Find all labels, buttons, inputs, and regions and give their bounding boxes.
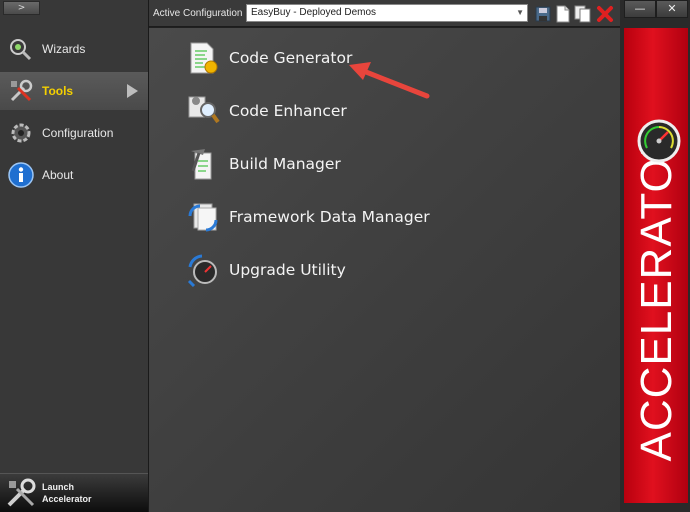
code-generator-icon xyxy=(185,40,221,76)
brand-panel: ACCELERATOR xyxy=(624,28,688,503)
sidebar-item-label: About xyxy=(42,168,74,182)
active-configuration-label: Active Configuration xyxy=(153,8,243,19)
config-toolbar: Active Configuration EasyBuy - Deployed … xyxy=(149,0,620,27)
delete-icon[interactable] xyxy=(595,4,614,23)
active-configuration-value: EasyBuy - Deployed Demos xyxy=(251,7,377,18)
gear-icon xyxy=(8,120,34,146)
active-configuration-select[interactable]: EasyBuy - Deployed Demos ▼ xyxy=(246,4,528,22)
launch-accelerator-button[interactable]: Launch Accelerator xyxy=(0,473,148,512)
framework-data-icon xyxy=(185,199,221,235)
annotation-arrow-icon xyxy=(349,62,430,99)
tool-upgrade-utility[interactable]: Upgrade Utility xyxy=(185,250,346,290)
active-indicator-arrow-icon xyxy=(127,84,138,98)
tool-label: Upgrade Utility xyxy=(229,261,346,279)
tool-build-manager[interactable]: Build Manager xyxy=(185,144,341,184)
sidebar-item-configuration[interactable]: Configuration xyxy=(0,114,148,152)
minimize-button[interactable]: — xyxy=(624,0,656,18)
launch-tools-icon xyxy=(4,476,38,510)
sidebar-item-wizards[interactable]: Wizards xyxy=(0,30,148,68)
save-icon[interactable] xyxy=(533,4,552,23)
upgrade-utility-icon xyxy=(185,252,221,288)
launch-accelerator-label: Launch Accelerator xyxy=(42,482,92,504)
sidebar: > Wizards Tools Configuration About Laun… xyxy=(0,0,149,512)
tool-code-generator[interactable]: Code Generator xyxy=(185,38,352,78)
tool-label: Framework Data Manager xyxy=(229,208,430,226)
new-document-icon[interactable] xyxy=(553,4,572,23)
sidebar-item-label: Tools xyxy=(42,84,74,98)
sidebar-item-label: Configuration xyxy=(42,126,114,140)
wizard-icon xyxy=(8,36,34,62)
brand-text: ACCELERATOR xyxy=(632,124,681,462)
tool-code-enhancer[interactable]: Code Enhancer xyxy=(185,91,347,131)
tool-label: Code Generator xyxy=(229,49,353,67)
tool-framework-data-manager[interactable]: Framework Data Manager xyxy=(185,197,430,237)
code-enhancer-icon xyxy=(185,93,221,129)
accelerator-banner: — ✕ ACCELERATOR xyxy=(620,0,690,512)
expand-sidebar-button[interactable]: > xyxy=(3,1,40,15)
close-button[interactable]: ✕ xyxy=(656,0,688,18)
tool-label: Code Enhancer xyxy=(229,102,347,120)
tools-panel: Code Generator Code Enhancer Build Manag… xyxy=(149,28,620,512)
sidebar-item-about[interactable]: About xyxy=(0,156,148,194)
sidebar-item-tools[interactable]: Tools xyxy=(0,72,148,110)
chevron-down-icon: ▼ xyxy=(516,8,524,17)
gauge-icon xyxy=(637,119,681,163)
sidebar-item-label: Wizards xyxy=(42,42,86,56)
info-icon xyxy=(8,162,34,188)
tool-label: Build Manager xyxy=(229,155,341,173)
copy-icon[interactable] xyxy=(573,4,592,23)
tools-icon xyxy=(8,78,34,104)
build-manager-icon xyxy=(185,146,221,182)
